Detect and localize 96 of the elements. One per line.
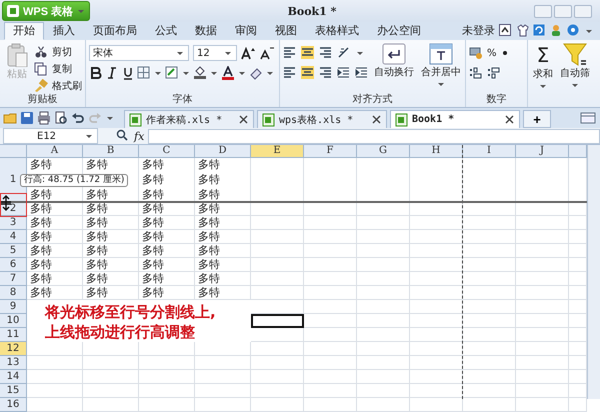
cell-text: 多特 bbox=[86, 216, 108, 229]
cell-text: 多特 bbox=[86, 230, 108, 243]
cell-text: 多特 bbox=[86, 286, 108, 299]
cell-text: 多特 bbox=[30, 272, 52, 285]
cell-text: 多特 bbox=[142, 244, 164, 257]
insert-function-button[interactable]: fx bbox=[134, 130, 144, 142]
cell-text: 多特 bbox=[86, 188, 108, 201]
document-tab[interactable]: Book1 * bbox=[390, 110, 520, 128]
cell-text: 多特 bbox=[30, 188, 52, 201]
ribbon-tab[interactable]: 办公空间 bbox=[368, 22, 430, 40]
row-header[interactable]: 15 bbox=[0, 384, 27, 398]
cell-text: 多特 bbox=[142, 216, 164, 229]
cell-text: 多特 bbox=[198, 173, 220, 186]
cut-button[interactable]: 剪切 bbox=[34, 44, 82, 59]
font-name-field[interactable]: 宋体 bbox=[89, 45, 189, 61]
sum-button[interactable]: Σ 求和 bbox=[531, 42, 555, 105]
annotation-text: 上线拖动进行行高调整 bbox=[45, 322, 196, 342]
document-tab[interactable]: wps表格.xls * bbox=[257, 110, 387, 128]
cell-text: 多特 bbox=[86, 158, 108, 171]
row-header[interactable]: 11 bbox=[0, 328, 27, 342]
row-header[interactable]: 10 bbox=[0, 314, 27, 328]
copy-button[interactable]: 复制 bbox=[34, 61, 82, 76]
row-header[interactable]: 4 bbox=[0, 230, 27, 244]
row-header[interactable]: 8 bbox=[0, 286, 27, 300]
group-label: 数字 bbox=[486, 93, 508, 107]
cell-text: 多特 bbox=[30, 230, 52, 243]
percent-button[interactable]: % bbox=[487, 46, 497, 60]
group-label: 字体 bbox=[172, 93, 194, 107]
new-tab-button[interactable]: + bbox=[523, 110, 551, 128]
column-header[interactable]: D bbox=[195, 145, 251, 158]
window-title: Book1 * bbox=[286, 4, 338, 18]
row-header[interactable]: 9 bbox=[0, 300, 27, 314]
row-header[interactable]: 3 bbox=[0, 216, 27, 230]
cell-text: 多特 bbox=[142, 286, 164, 299]
ribbon-tab[interactable]: 审阅 bbox=[226, 22, 266, 40]
row-header[interactable]: 14 bbox=[0, 370, 27, 384]
cell-text: 多特 bbox=[198, 158, 220, 171]
column-header[interactable]: B bbox=[83, 145, 139, 158]
cell-text: 多特 bbox=[86, 258, 108, 271]
format-painter-button[interactable]: 格式刷 bbox=[34, 78, 82, 93]
group-label: 对齐方式 bbox=[352, 93, 394, 107]
wrap-text-button[interactable]: 自动换行 bbox=[372, 42, 416, 93]
cell-text: 多特 bbox=[142, 158, 164, 171]
row-header[interactable]: 12 bbox=[0, 342, 27, 356]
cell-text: 多特 bbox=[198, 244, 220, 257]
cell-text: 多特 bbox=[198, 216, 220, 229]
cell-text: 多特 bbox=[198, 188, 220, 201]
merge-center-button[interactable]: 合并居中 bbox=[419, 42, 463, 93]
cell-text: 多特 bbox=[86, 244, 108, 257]
cell-text: 多特 bbox=[198, 272, 220, 285]
cell-text: 多特 bbox=[30, 158, 52, 171]
font-size-field[interactable]: 12 bbox=[193, 45, 237, 61]
cell-text: 多特 bbox=[198, 202, 220, 215]
ribbon-tab[interactable]: 数据 bbox=[186, 22, 226, 40]
ribbon-tab[interactable]: 开始 bbox=[4, 22, 44, 40]
cell-text: 多特 bbox=[198, 230, 220, 243]
column-header[interactable]: F bbox=[304, 145, 357, 158]
login-status[interactable]: 未登录 bbox=[462, 22, 495, 40]
annotation-text: 将光标移至行号分割线上, bbox=[45, 302, 216, 322]
cell-text: 多特 bbox=[86, 272, 108, 285]
cell-text: 多特 bbox=[198, 286, 220, 299]
column-header[interactable]: G bbox=[357, 145, 410, 158]
row-header[interactable]: 13 bbox=[0, 356, 27, 370]
cell-text: 多特 bbox=[142, 202, 164, 215]
cell-text: 多特 bbox=[142, 173, 164, 186]
cell-text: 多特 bbox=[142, 272, 164, 285]
cell-text: 多特 bbox=[30, 286, 52, 299]
column-header[interactable]: J bbox=[516, 145, 569, 158]
name-box[interactable]: E12 bbox=[3, 128, 98, 144]
document-tab[interactable]: 作者来稿.xls * bbox=[124, 110, 254, 128]
row-height-tooltip: 行高: 48.75 (1.72 厘米) bbox=[20, 174, 128, 187]
column-header[interactable]: H bbox=[410, 145, 463, 158]
cell-text: 多特 bbox=[30, 258, 52, 271]
row-header[interactable]: 6 bbox=[0, 258, 27, 272]
cell-text: 多特 bbox=[142, 230, 164, 243]
cell-text: 多特 bbox=[86, 202, 108, 215]
row-header[interactable]: 16 bbox=[0, 398, 27, 412]
row-header[interactable]: 7 bbox=[0, 272, 27, 286]
row-header[interactable]: 5 bbox=[0, 244, 27, 258]
column-header[interactable]: C bbox=[139, 145, 195, 158]
cell-text: 多特 bbox=[30, 216, 52, 229]
ribbon-tab[interactable]: 视图 bbox=[266, 22, 306, 40]
ribbon-tab[interactable]: 表格样式 bbox=[306, 22, 368, 40]
cell-text: 多特 bbox=[142, 258, 164, 271]
column-header[interactable]: I bbox=[463, 145, 516, 158]
ribbon-tab[interactable]: 公式 bbox=[146, 22, 186, 40]
cell-text: 多特 bbox=[30, 244, 52, 257]
ribbon-tab[interactable]: 页面布局 bbox=[84, 22, 146, 40]
cell-text: 多特 bbox=[30, 202, 52, 215]
ribbon-tab[interactable]: 插入 bbox=[44, 22, 84, 40]
cell-text: 多特 bbox=[142, 188, 164, 201]
group-label: 剪贴板 bbox=[26, 93, 58, 107]
filter-button[interactable]: 自动筛 bbox=[558, 42, 592, 105]
column-header[interactable]: A bbox=[27, 145, 83, 158]
column-header[interactable]: E bbox=[251, 145, 304, 158]
cell-text: 多特 bbox=[198, 258, 220, 271]
